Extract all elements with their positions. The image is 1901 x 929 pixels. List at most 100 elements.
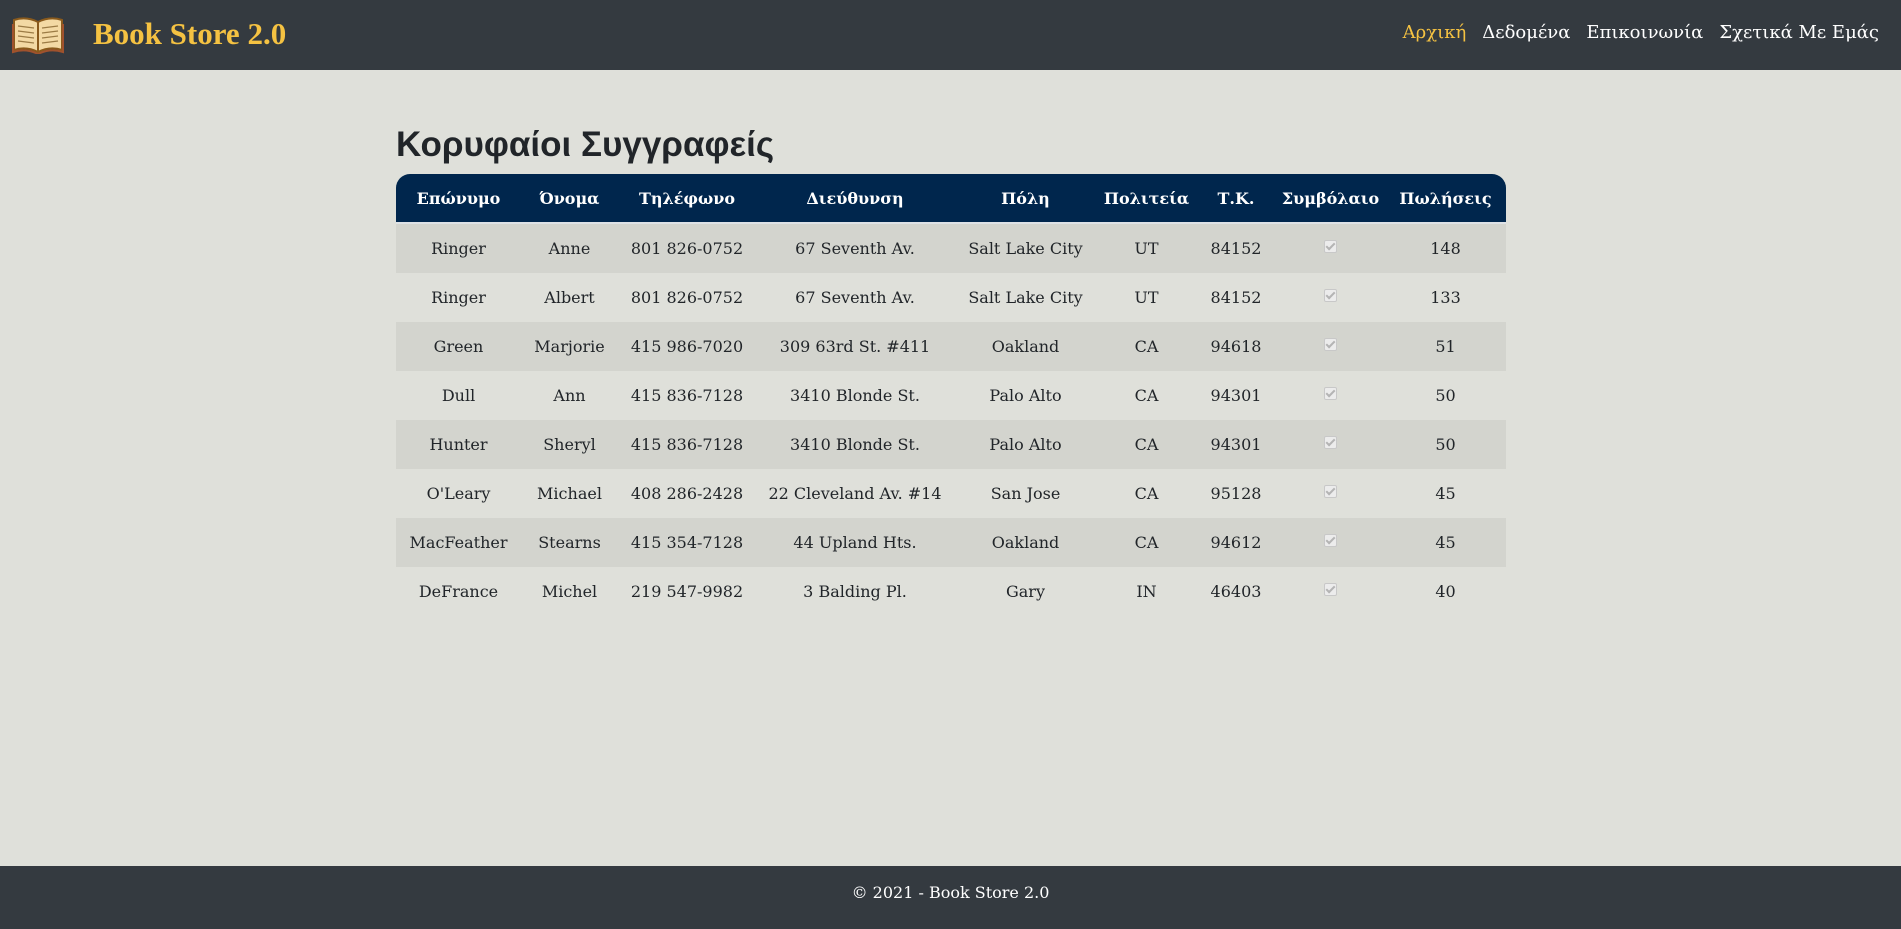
cell-last-name: Ringer bbox=[396, 224, 521, 273]
cell-phone: 415 836-7128 bbox=[618, 420, 756, 469]
table-row: Green Marjorie 415 986-7020 309 63rd St. #4… bbox=[396, 322, 1506, 371]
cell-zip: 95128 bbox=[1196, 469, 1276, 518]
table-row: Hunter Sheryl 415 836-7128 3410 Blonde St. P… bbox=[396, 420, 1506, 469]
cell-city: Oakland bbox=[954, 322, 1097, 371]
cell-zip: 94612 bbox=[1196, 518, 1276, 567]
column-header-last-name: Επώνυμο bbox=[396, 174, 521, 224]
footer: © 2021 - Book Store 2.0 bbox=[0, 866, 1901, 929]
cell-address: 67 Seventh Av. bbox=[756, 224, 954, 273]
cell-last-name: Dull bbox=[396, 371, 521, 420]
contract-checkbox[interactable] bbox=[1324, 436, 1337, 449]
cell-city: Salt Lake City bbox=[954, 224, 1097, 273]
cell-contract bbox=[1276, 273, 1385, 322]
column-header-zip: Τ.Κ. bbox=[1196, 174, 1276, 224]
cell-address: 309 63rd St. #411 bbox=[756, 322, 954, 371]
cell-first-name: Stearns bbox=[521, 518, 618, 567]
table-row: Ringer Albert 801 826-0752 67 Seventh Av. Sa… bbox=[396, 273, 1506, 322]
cell-first-name: Ann bbox=[521, 371, 618, 420]
cell-address: 67 Seventh Av. bbox=[756, 273, 954, 322]
cell-sales: 148 bbox=[1385, 224, 1506, 273]
nav-link-home[interactable]: Αρχική bbox=[1403, 22, 1467, 43]
cell-first-name: Michel bbox=[521, 567, 618, 616]
cell-first-name: Marjorie bbox=[521, 322, 618, 371]
cell-state: CA bbox=[1097, 420, 1196, 469]
cell-last-name: DeFrance bbox=[396, 567, 521, 616]
cell-address: 44 Upland Hts. bbox=[756, 518, 954, 567]
cell-state: UT bbox=[1097, 224, 1196, 273]
cell-last-name: MacFeather bbox=[396, 518, 521, 567]
cell-phone: 415 836-7128 bbox=[618, 371, 756, 420]
cell-state: CA bbox=[1097, 469, 1196, 518]
cell-contract bbox=[1276, 469, 1385, 518]
column-header-state: Πολιτεία bbox=[1097, 174, 1196, 224]
contract-checkbox[interactable] bbox=[1324, 534, 1337, 547]
column-header-sales: Πωλήσεις bbox=[1385, 174, 1506, 224]
cell-city: Palo Alto bbox=[954, 420, 1097, 469]
cell-phone: 219 547-9982 bbox=[618, 567, 756, 616]
table-row: MacFeather Stearns 415 354-7128 44 Upland H… bbox=[396, 518, 1506, 567]
cell-state: IN bbox=[1097, 567, 1196, 616]
cell-contract bbox=[1276, 518, 1385, 567]
navbar: Book Store 2.0 Αρχική Δεδομένα Επικοινων… bbox=[0, 0, 1901, 70]
cell-zip: 84152 bbox=[1196, 273, 1276, 322]
open-book-icon[interactable] bbox=[12, 14, 64, 54]
column-header-city: Πόλη bbox=[954, 174, 1097, 224]
nav-link-contact[interactable]: Επικοινωνία bbox=[1586, 22, 1703, 43]
contract-checkbox[interactable] bbox=[1324, 240, 1337, 253]
cell-phone: 415 354-7128 bbox=[618, 518, 756, 567]
nav-link-about[interactable]: Σχετικά Με Εμάς bbox=[1719, 22, 1879, 43]
authors-table: Επώνυμο Όνομα Τηλέφωνο Διεύθυνση Πόλη Πο… bbox=[396, 174, 1506, 616]
column-header-contract: Συμβόλαιο bbox=[1276, 174, 1385, 224]
cell-first-name: Michael bbox=[521, 469, 618, 518]
nav-links: Αρχική Δεδομένα Επικοινωνία Σχετικά Με Ε… bbox=[1387, 22, 1879, 43]
cell-zip: 94618 bbox=[1196, 322, 1276, 371]
cell-first-name: Anne bbox=[521, 224, 618, 273]
cell-city: Salt Lake City bbox=[954, 273, 1097, 322]
cell-city: Palo Alto bbox=[954, 371, 1097, 420]
nav-link-data[interactable]: Δεδομένα bbox=[1482, 22, 1570, 43]
column-header-first-name: Όνομα bbox=[521, 174, 618, 224]
page-title: Κορυφαίοι Συγγραφείς bbox=[396, 125, 775, 164]
cell-sales: 45 bbox=[1385, 469, 1506, 518]
cell-sales: 51 bbox=[1385, 322, 1506, 371]
table-row: DeFrance Michel 219 547-9982 3 Balding Pl. G… bbox=[396, 567, 1506, 616]
table-row: Ringer Anne 801 826-0752 67 Seventh Av. Salt… bbox=[396, 224, 1506, 273]
cell-city: Gary bbox=[954, 567, 1097, 616]
table-body: Ringer Anne 801 826-0752 67 Seventh Av. Salt… bbox=[396, 224, 1506, 616]
table-row: O'Leary Michael 408 286-2428 22 Cleveland A… bbox=[396, 469, 1506, 518]
cell-contract bbox=[1276, 567, 1385, 616]
cell-sales: 50 bbox=[1385, 420, 1506, 469]
cell-address: 3410 Blonde St. bbox=[756, 420, 954, 469]
contract-checkbox[interactable] bbox=[1324, 387, 1337, 400]
authors-table-container: Επώνυμο Όνομα Τηλέφωνο Διεύθυνση Πόλη Πο… bbox=[396, 174, 1506, 616]
table-header-row: Επώνυμο Όνομα Τηλέφωνο Διεύθυνση Πόλη Πο… bbox=[396, 174, 1506, 224]
cell-sales: 45 bbox=[1385, 518, 1506, 567]
cell-contract bbox=[1276, 224, 1385, 273]
cell-last-name: Ringer bbox=[396, 273, 521, 322]
column-header-phone: Τηλέφωνο bbox=[618, 174, 756, 224]
contract-checkbox[interactable] bbox=[1324, 583, 1337, 596]
contract-checkbox[interactable] bbox=[1324, 338, 1337, 351]
cell-first-name: Albert bbox=[521, 273, 618, 322]
cell-first-name: Sheryl bbox=[521, 420, 618, 469]
cell-zip: 94301 bbox=[1196, 420, 1276, 469]
cell-last-name: Green bbox=[396, 322, 521, 371]
column-header-address: Διεύθυνση bbox=[756, 174, 954, 224]
cell-zip: 46403 bbox=[1196, 567, 1276, 616]
cell-phone: 415 986-7020 bbox=[618, 322, 756, 371]
cell-zip: 94301 bbox=[1196, 371, 1276, 420]
cell-phone: 801 826-0752 bbox=[618, 273, 756, 322]
cell-sales: 40 bbox=[1385, 567, 1506, 616]
brand-title[interactable]: Book Store 2.0 bbox=[93, 16, 286, 52]
contract-checkbox[interactable] bbox=[1324, 485, 1337, 498]
cell-zip: 84152 bbox=[1196, 224, 1276, 273]
contract-checkbox[interactable] bbox=[1324, 289, 1337, 302]
cell-address: 22 Cleveland Av. #14 bbox=[756, 469, 954, 518]
cell-address: 3410 Blonde St. bbox=[756, 371, 954, 420]
cell-state: CA bbox=[1097, 518, 1196, 567]
cell-contract bbox=[1276, 322, 1385, 371]
cell-state: CA bbox=[1097, 371, 1196, 420]
cell-contract bbox=[1276, 420, 1385, 469]
cell-last-name: Hunter bbox=[396, 420, 521, 469]
cell-phone: 408 286-2428 bbox=[618, 469, 756, 518]
